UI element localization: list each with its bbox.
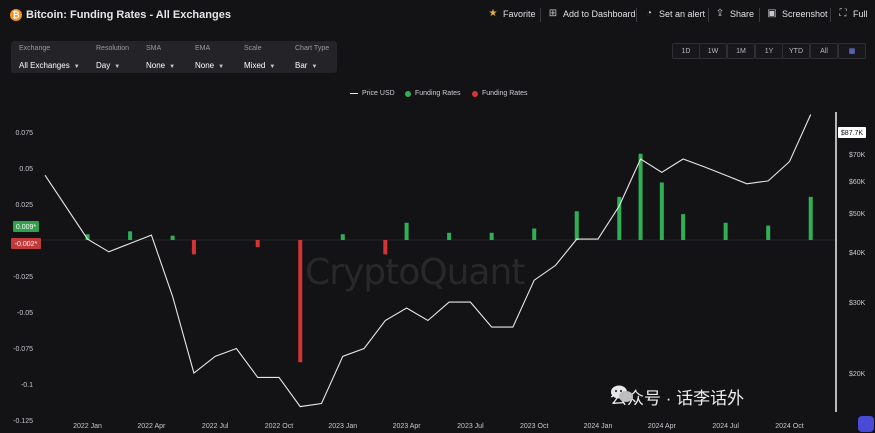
funding-rate-bar (489, 232, 494, 240)
price-line (44, 114, 812, 408)
y2-tick-label: $30K (849, 300, 866, 307)
funding-rate-bar (383, 240, 388, 255)
y-tick-label: -0.1 (21, 382, 33, 389)
funding-rate-bar (638, 153, 643, 240)
x-tick-label: 2024 Oct (775, 423, 803, 430)
current-funding-negative-label: -0.002* (15, 241, 38, 248)
funding-rate-bar (404, 222, 409, 240)
wechat-icon (611, 385, 633, 402)
chat-widget-button[interactable] (858, 416, 874, 432)
y-tick-label: -0.025 (13, 274, 33, 281)
funding-rate-bar (340, 234, 345, 240)
y-tick-label: 0.025 (15, 202, 33, 209)
funding-rate-bar (574, 211, 579, 240)
current-price-label: $87.7K (841, 130, 864, 137)
funding-rate-bar (808, 196, 813, 240)
x-tick-label: 2022 Jan (73, 423, 102, 430)
y2-tick-label: $70K (849, 152, 866, 159)
x-tick-label: 2023 Jan (328, 423, 357, 430)
funding-rate-bar (170, 235, 175, 240)
funding-rate-bar (128, 231, 133, 240)
y-tick-label: -0.125 (13, 418, 33, 425)
y-tick-label: 0.05 (19, 166, 33, 173)
y-tick-label: -0.05 (17, 310, 33, 317)
y-tick-label: -0.075 (13, 346, 33, 353)
y2-tick-label: $60K (849, 179, 866, 186)
funding-rate-bar (255, 240, 260, 248)
y2-tick-label: $20K (849, 371, 866, 378)
funding-rate-bar (298, 240, 303, 363)
funding-rates-chart: 0.0750.050.0250-0.025-0.05-0.075-0.1-0.1… (11, 112, 866, 430)
funding-rate-bar (532, 228, 537, 240)
funding-rate-bar (723, 222, 728, 240)
funding-rate-bar (681, 214, 686, 240)
funding-rate-bar (766, 225, 771, 240)
x-tick-label: 2022 Apr (137, 423, 166, 430)
overlay-caption: 公众号 · 话李话外 (610, 384, 744, 409)
y2-tick-label: $40K (849, 250, 866, 257)
x-tick-label: 2023 Apr (393, 423, 422, 430)
x-tick-label: 2024 Jul (712, 423, 739, 430)
x-tick-label: 2024 Jan (584, 423, 613, 430)
y-tick-label: 0.075 (15, 130, 33, 137)
x-tick-label: 2022 Oct (265, 423, 293, 430)
current-funding-positive-label: 0.009* (16, 224, 37, 231)
funding-rate-bar (447, 232, 452, 240)
x-tick-label: 2023 Jul (457, 423, 484, 430)
x-tick-label: 2023 Oct (520, 423, 548, 430)
funding-rate-bar (659, 182, 664, 240)
x-tick-label: 2024 Apr (648, 423, 677, 430)
x-tick-label: 2022 Jul (202, 423, 229, 430)
y2-tick-label: $50K (849, 211, 866, 218)
funding-rate-bar (191, 240, 196, 255)
